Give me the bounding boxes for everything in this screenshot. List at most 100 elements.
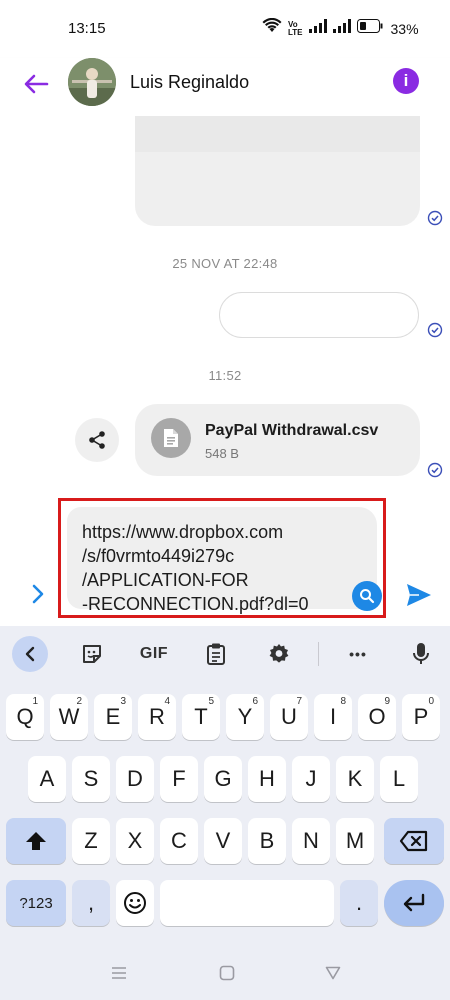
message-input-text[interactable]: https://www.dropbox.com /s/f0vrmto449i27… <box>82 520 342 616</box>
key-l[interactable]: L <box>380 756 418 802</box>
period-key[interactable]: . <box>340 880 378 926</box>
gif-button[interactable]: GIF <box>136 638 172 670</box>
key-p[interactable]: P0 <box>402 694 440 740</box>
key-label: D <box>127 766 143 791</box>
key-label: I <box>329 704 337 729</box>
signal-icon <box>332 19 351 38</box>
lens-search-button[interactable] <box>352 581 382 611</box>
send-button[interactable] <box>404 580 434 610</box>
key-q[interactable]: Q1 <box>6 694 44 740</box>
back-button[interactable] <box>18 66 54 102</box>
key-h[interactable]: H <box>248 756 286 802</box>
file-name: PayPal Withdrawal.csv <box>205 422 379 439</box>
key-r[interactable]: R4 <box>138 694 176 740</box>
key-number-hint: 6 <box>252 696 258 707</box>
menu-icon <box>112 967 126 979</box>
sticker-button[interactable] <box>74 638 110 670</box>
key-label: V <box>215 828 231 853</box>
key-label: B <box>259 828 275 853</box>
key-w[interactable]: W2 <box>50 694 88 740</box>
signal-icon <box>308 19 327 38</box>
key-number-hint: 5 <box>208 696 214 707</box>
gear-icon <box>269 644 289 663</box>
wifi-icon <box>262 17 282 39</box>
key-label: L <box>392 766 406 791</box>
key-label: S <box>83 766 99 791</box>
key-j[interactable]: J <box>292 756 330 802</box>
key-label: O <box>368 704 386 729</box>
space-key[interactable] <box>160 880 334 926</box>
clipboard-button[interactable] <box>198 638 234 670</box>
key-n[interactable]: N <box>292 818 330 864</box>
status-time: 13:15 <box>68 20 106 37</box>
key-t[interactable]: T5 <box>182 694 220 740</box>
key-v[interactable]: V <box>204 818 242 864</box>
home-square-icon <box>219 965 235 981</box>
key-s[interactable]: S <box>72 756 110 802</box>
key-number-hint: 4 <box>164 696 170 707</box>
recents-button[interactable] <box>108 962 130 984</box>
system-nav-bar <box>0 946 450 1000</box>
key-number-hint: 8 <box>340 696 346 707</box>
shift-key[interactable] <box>6 818 66 864</box>
symbols-key[interactable]: ?123 <box>6 880 66 926</box>
info-icon[interactable]: i <box>393 68 419 94</box>
key-number-hint: 0 <box>428 696 434 707</box>
message-line: /APPLICATION-FOR <box>82 570 249 590</box>
message-line: -RECONNECTION.pdf?dl=0 <box>82 594 309 614</box>
text-message-bubble[interactable] <box>219 292 419 338</box>
key-u[interactable]: U7 <box>270 694 308 740</box>
key-c[interactable]: C <box>160 818 198 864</box>
key-label: Q <box>16 704 34 729</box>
key-z[interactable]: Z <box>72 818 110 864</box>
key-i[interactable]: I8 <box>314 694 352 740</box>
key-number-hint: 1 <box>32 696 38 707</box>
more-button[interactable]: ••• <box>340 638 376 670</box>
gif-label: GIF <box>139 645 169 662</box>
settings-button[interactable] <box>261 638 297 670</box>
media-message-bubble[interactable] <box>135 116 420 226</box>
share-button[interactable] <box>75 418 119 462</box>
enter-key[interactable] <box>384 880 444 926</box>
key-g[interactable]: G <box>204 756 242 802</box>
key-a[interactable]: A <box>28 756 66 802</box>
contact-name[interactable]: Luis Reginaldo <box>130 72 249 93</box>
key-label: K <box>347 766 363 791</box>
share-icon <box>89 431 105 449</box>
voice-input-button[interactable] <box>403 638 439 670</box>
avatar[interactable] <box>68 58 116 106</box>
key-m[interactable]: M <box>336 818 374 864</box>
file-message-bubble[interactable]: PayPal Withdrawal.csv 548 B <box>135 404 420 476</box>
backspace-key[interactable] <box>384 818 444 864</box>
key-label: E <box>105 704 121 729</box>
key-f[interactable]: F <box>160 756 198 802</box>
key-b[interactable]: B <box>248 818 286 864</box>
microphone-icon <box>413 643 429 664</box>
key-label: N <box>303 828 319 853</box>
battery-percent: 33% <box>390 20 419 37</box>
key-label: W <box>58 704 80 729</box>
key-k[interactable]: K <box>336 756 374 802</box>
read-receipt-icon <box>427 462 443 478</box>
comma-key[interactable]: , <box>72 880 110 926</box>
shift-icon <box>26 832 46 850</box>
status-bar: 13:15 Vo LTE 33% <box>0 0 450 58</box>
key-d[interactable]: D <box>116 756 154 802</box>
toolbar-divider <box>318 642 319 666</box>
expand-actions-button[interactable] <box>26 582 50 606</box>
toolbar-back-button[interactable] <box>12 636 48 672</box>
document-icon <box>151 418 191 458</box>
emoji-key[interactable] <box>116 880 154 926</box>
message-input[interactable]: https://www.dropbox.com /s/f0vrmto449i27… <box>67 507 382 614</box>
key-o[interactable]: O9 <box>358 694 396 740</box>
sticker-icon <box>83 645 101 663</box>
key-y[interactable]: Y6 <box>226 694 264 740</box>
key-x[interactable]: X <box>116 818 154 864</box>
key-label: T <box>194 704 208 729</box>
nav-back-button[interactable] <box>322 962 344 984</box>
media-preview <box>135 116 420 152</box>
home-button[interactable] <box>216 962 238 984</box>
message-input-highlight: https://www.dropbox.com /s/f0vrmto449i27… <box>58 498 386 618</box>
chevron-right-icon <box>32 584 44 604</box>
key-e[interactable]: E3 <box>94 694 132 740</box>
